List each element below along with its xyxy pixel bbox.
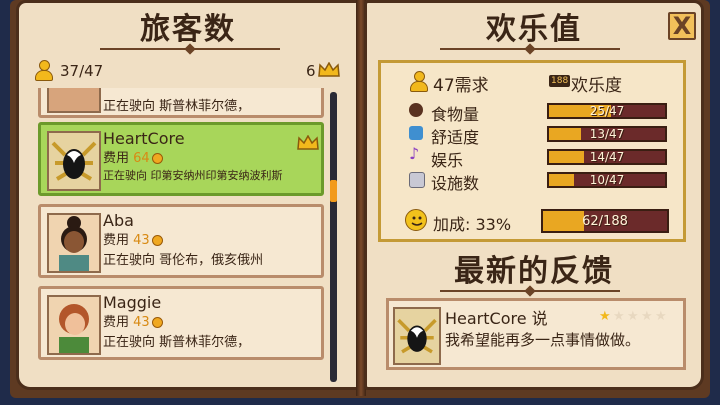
- traveler-destination: 正在驶向 印第安纳州印第安纳波利斯: [103, 169, 283, 182]
- feedback-divider: [440, 290, 620, 292]
- close-button[interactable]: X: [668, 12, 696, 40]
- bonus-label: 加成: 33%: [433, 215, 512, 234]
- traveler-destination: 正在驶向 斯普林菲尔德，: [103, 335, 251, 350]
- stat-label: 娱乐: [431, 151, 464, 170]
- scrollbar-thumb[interactable]: [330, 180, 337, 202]
- star-empty-icon: ★: [627, 309, 639, 324]
- star-empty-icon: ★: [641, 309, 653, 324]
- heartcore-avatar-icon: [51, 141, 97, 181]
- star-empty-icon: ★: [655, 309, 667, 324]
- music-note-icon: ♪: [409, 144, 420, 163]
- traveler-destination: 正在驶向 斯普林菲尔德，: [103, 99, 251, 114]
- traveler-list-scrollbar[interactable]: [330, 92, 337, 382]
- stat-bar-value: 10/47: [589, 173, 625, 187]
- coin-icon: [151, 235, 163, 246]
- stat-bar-value: 13/47: [589, 127, 625, 141]
- traveler-name: Aba: [103, 211, 134, 230]
- stat-bar: 25/47: [547, 103, 667, 119]
- feedback-title: 最新的反馈: [454, 254, 614, 289]
- coin-icon: [151, 317, 163, 328]
- fee-value: 43: [133, 233, 150, 248]
- traveler-fee: 费用 64: [103, 147, 163, 166]
- toilet-icon: [409, 172, 425, 188]
- traveler-destination: 正在驶向 哥伦布，俄亥俄州: [103, 253, 264, 268]
- traveler-portrait-aba: [47, 213, 101, 273]
- traveler-portrait-heartcore: [47, 131, 101, 191]
- traveler-portrait-maggie: [47, 295, 101, 355]
- right-page-title: 欢乐值: [486, 12, 582, 47]
- traveler-card-aba[interactable]: Aba 费用 43 正在驶向 哥伦布，俄亥俄州: [38, 204, 324, 278]
- smiley-icon: [405, 209, 427, 231]
- aba-avatar-icon: [59, 216, 89, 271]
- stat-bar: 13/47: [547, 126, 667, 142]
- heartcore-avatar-icon: [397, 318, 437, 354]
- traveler-fee: 费用 43: [103, 229, 163, 248]
- fee-label: 费用: [103, 233, 130, 248]
- star-empty-icon: ★: [613, 309, 625, 324]
- comfort-icon: [409, 126, 423, 140]
- crown-count: 6: [306, 62, 316, 80]
- traveler-card-partial[interactable]: 正在驶向 斯普林菲尔德，: [38, 88, 324, 118]
- crown-icon: [318, 62, 340, 77]
- stat-bar-value: 14/47: [589, 150, 625, 164]
- passenger-icon: [409, 71, 428, 92]
- fee-label: 费用: [103, 315, 130, 330]
- latest-feedback-card: HeartCore 说 ★ ★ ★ ★ ★ 我希望能再多一点事情做做。: [386, 298, 686, 370]
- traveler-list[interactable]: 正在驶向 斯普林菲尔德， HeartCore 费用 64 正在驶向 印第安纳州印…: [38, 88, 326, 388]
- fee-label: 费用: [103, 151, 130, 166]
- stat-bar: 14/47: [547, 149, 667, 165]
- bonus-bar-value: 62/188: [582, 214, 628, 229]
- joy-stats-panel: 47需求 188 欢乐度 食物量 25/47 舒适度 13/47 ♪ 娱乐 14…: [378, 60, 686, 242]
- stat-label: 设施数: [431, 174, 480, 193]
- traveler-card-maggie[interactable]: Maggie 费用 43 正在驶向 斯普林菲尔德，: [38, 286, 324, 360]
- left-title-divider: [100, 48, 280, 50]
- traveler-fee: 费用 43: [103, 311, 163, 330]
- close-icon: X: [672, 12, 692, 40]
- needs-label: 47需求: [433, 76, 489, 96]
- traveler-card-heartcore[interactable]: HeartCore 费用 64 正在驶向 印第安纳州印第安纳波利斯: [38, 122, 324, 196]
- stat-bar-value: 25/47: [589, 104, 625, 118]
- right-title-divider: [440, 48, 620, 50]
- left-page-title: 旅客数: [140, 12, 236, 47]
- joy-badge: 188: [549, 75, 571, 87]
- passenger-icon: [34, 60, 53, 81]
- traveler-name: HeartCore: [103, 129, 185, 148]
- feedback-portrait-heartcore: [393, 307, 441, 365]
- feedback-speaker: HeartCore 说: [445, 309, 548, 328]
- vip-crown-icon: [297, 135, 319, 150]
- star-filled-icon: ★: [599, 309, 611, 324]
- coin-icon: [151, 153, 163, 164]
- maggie-avatar-icon: [59, 304, 89, 353]
- fee-value: 64: [133, 151, 150, 166]
- fee-value: 43: [133, 315, 150, 330]
- food-icon: [409, 103, 423, 117]
- joy-label: 欢乐度: [571, 76, 622, 96]
- stat-label: 舒适度: [431, 128, 480, 147]
- bonus-bar: 62/188: [541, 209, 669, 233]
- guest-count: 37/47: [60, 62, 104, 80]
- traveler-portrait: [47, 88, 101, 113]
- traveler-name: Maggie: [103, 293, 162, 312]
- feedback-message: 我希望能再多一点事情做做。: [445, 331, 641, 349]
- stat-bar: 10/47: [547, 172, 667, 188]
- stat-label: 食物量: [431, 105, 480, 124]
